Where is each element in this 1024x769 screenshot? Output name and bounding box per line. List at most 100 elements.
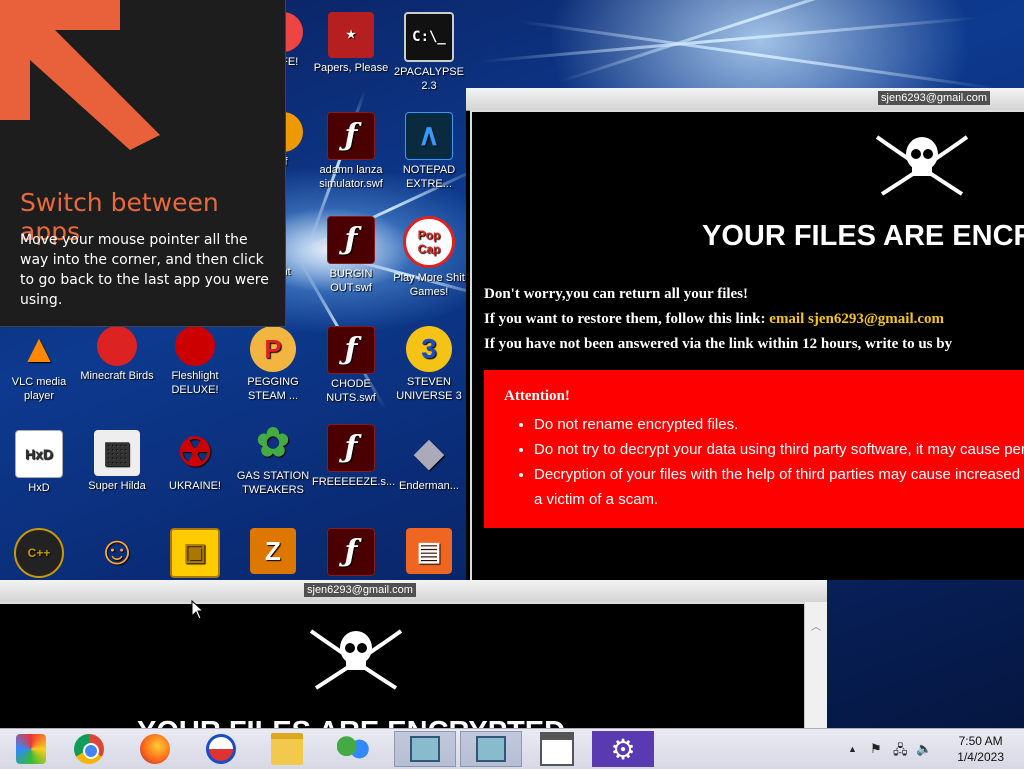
desktop-icon-label: STEVEN UNIVERSE 3 [396,376,462,402]
desktop-icon[interactable]: C++ [0,528,78,581]
window-title: sjen6293@gmail.com [304,583,416,597]
desktop-icon-label: VLC media player [11,376,67,402]
ransom-line-2-prefix: If you want to restore them, follow this… [484,311,770,327]
scroll-up-arrow-icon[interactable]: ︿ [805,618,827,633]
desktop-icon-label: Papers, Please [313,62,389,74]
desktop-icon[interactable]: ☺ [78,528,156,577]
action-center-flag-icon[interactable]: ⚑ [870,741,882,757]
taskbar-app-settings[interactable]: ⚙ [592,731,654,767]
desktop-icon[interactable]: ▲ VLC media player [0,326,78,403]
desktop-icon[interactable]: ▤ [390,528,468,577]
desktop-icon[interactable]: ƒ BURGIN OUT.swf [312,216,390,295]
taskbar-app-firefox[interactable] [124,731,186,767]
notepad-extreme-icon: ∧ [405,112,453,160]
ransom-window-main[interactable]: sjen6293@gmail.com YOUR FILES ARE ENCRYP… [466,88,1024,580]
tray-expand-icon[interactable]: ▲ [848,744,857,754]
mouse-cursor-icon [191,600,205,620]
desktop-icon[interactable]: Fleshlight DELUXE! [156,326,234,397]
clock-time: 7:50 AM [958,734,1003,748]
scrollbar[interactable]: ︿ [804,602,827,728]
ransom-line-1: Don't worry,you can return all your file… [484,286,749,302]
flash-icon: ƒ [327,112,375,160]
desktop-icon-label: adamn lanza simulator.swf [319,164,383,190]
game-box-icon: ▤ [406,528,452,574]
desktop-icon[interactable]: ◆ Enderman... [390,430,468,493]
desktop-icon-label: FREEEEEZE.s... [312,476,396,488]
arrow-up-left-icon [0,0,160,150]
people-icon [337,735,369,763]
desktop-icon[interactable]: ƒ FREEEEEZE.s... [312,424,395,489]
firefox-icon [140,734,170,764]
desktop-icon-label: Super Hilda [88,480,146,492]
desktop-icon[interactable]: Pop Cap Play More Shit Games! [390,216,468,299]
desktop-icon-label: Enderman... [399,480,459,492]
taskbar-app-obama[interactable] [190,731,252,767]
flash-icon: ƒ [327,216,375,264]
papers-please-icon: ★ [328,12,374,58]
character-icon: ☺ [96,529,138,573]
taskbar-app-people[interactable] [322,731,384,767]
taskbar-clock[interactable]: 7:50 AM 1/4/2023 [957,733,1004,765]
taskbar-app-ransom-2[interactable] [460,731,522,767]
desktop-icon-label: PEGGING STEAM ... [247,376,299,402]
network-icon[interactable]: 🖧 [893,741,908,763]
desktop-icon[interactable]: Z [234,528,312,577]
ransom-line-3: If you have not been answered via the li… [484,336,953,352]
attention-item: Do not rename encrypted files. [534,412,1024,437]
desktop-icon[interactable]: ƒ [312,528,390,579]
desktop-icon-label: 2PACALYPSE 2.3 [394,66,464,92]
desktop-icon[interactable]: ★ Papers, Please [312,12,390,75]
desktop-icon[interactable]: 3 STEVEN UNIVERSE 3 [390,326,468,403]
desktop-icon[interactable]: ☢ UKRAINE! [156,430,234,493]
colorful-app-icon [16,734,46,764]
desktop-icon[interactable]: ✿ GAS STATION TWEAKERS [234,420,312,497]
popcap-icon: Pop Cap [403,216,455,268]
desktop-icon[interactable]: ▦ Super Hilda [78,430,156,493]
network-computer-icon [476,736,506,762]
ransom-line-2: If you want to restore them, follow this… [484,311,944,328]
cmd-icon: C:\_ [404,12,454,62]
taskbar: ⚙ ▲ ⚑ 🖧 🔈 7:50 AM 1/4/2023 [0,728,1024,769]
desktop-icon-label: Play More Shit Games! [393,272,465,298]
taskbar-app-ransom-1[interactable] [394,731,456,767]
cpp-icon: C++ [14,528,64,578]
attention-item: Decryption of your files with the help o… [534,462,1024,487]
taskbar-app-explorer[interactable] [256,731,318,767]
window-titlebar[interactable]: sjen6293@gmail.com [0,580,827,603]
radiation-icon: ☢ [177,431,213,475]
flash-icon: ƒ [327,424,375,472]
desktop-icon[interactable]: ∧ NOTEPAD EXTRE... [390,112,468,191]
mahjong-icon: ▣ [170,528,220,578]
flash-icon: ƒ [327,528,375,576]
taskbar-app-chrome[interactable] [58,731,120,767]
attention-title: Attention! [504,388,570,404]
window-title: sjen6293@gmail.com [878,91,990,105]
desktop-icon[interactable]: Minecraft Birds [78,326,156,383]
taskbar-app-control-panel[interactable] [0,731,62,767]
desktop-icon[interactable]: ƒ adamn lanza simulator.swf [312,112,390,191]
window-titlebar[interactable]: sjen6293@gmail.com [466,88,1024,111]
super-hilda-icon: ▦ [94,430,140,476]
ransom-headline: YOUR FILES ARE ENCRYPTED [702,220,1024,252]
network-computer-icon [410,736,440,762]
volume-icon[interactable]: 🔈 [916,741,932,757]
ransom-window-second[interactable]: sjen6293@gmail.com YOUR FILES ARE ENCRYP… [0,580,827,728]
folder-icon [271,733,303,765]
desktop-icon-label: NOTEPAD EXTRE... [402,164,456,190]
desktop-icon[interactable]: ƒ CHODE NUTS.swf [312,326,390,405]
desktop-icon-label: Fleshlight DELUXE! [171,370,219,396]
desktop-icon[interactable]: ▣ [156,528,234,581]
ransom-email-link[interactable]: email sjen6293@gmail.com [769,311,944,327]
desktop-icon[interactable]: C:\_ 2PACALYPSE 2.3 [390,12,468,93]
ransom-headline: YOUR FILES ARE ENCRYPTED [137,716,565,728]
desktop-icon[interactable]: P PEGGING STEAM ... [234,326,312,403]
attention-item-continued: a victim of a scam. [534,491,659,508]
taskbar-app-store[interactable] [526,731,588,767]
attention-item: Do not try to decrypt your data using th… [534,437,1024,462]
desktop-icon[interactable]: HxD HxD [0,430,78,495]
switch-apps-tip: Switch between apps Move your mouse poin… [0,0,286,327]
desktop-icon-label: Minecraft Birds [80,370,154,382]
tip-body: Move your mouse pointer all the way into… [20,232,269,308]
flash-icon: ƒ [327,326,375,374]
attention-list: Do not rename encrypted files. Do not tr… [534,412,1024,512]
